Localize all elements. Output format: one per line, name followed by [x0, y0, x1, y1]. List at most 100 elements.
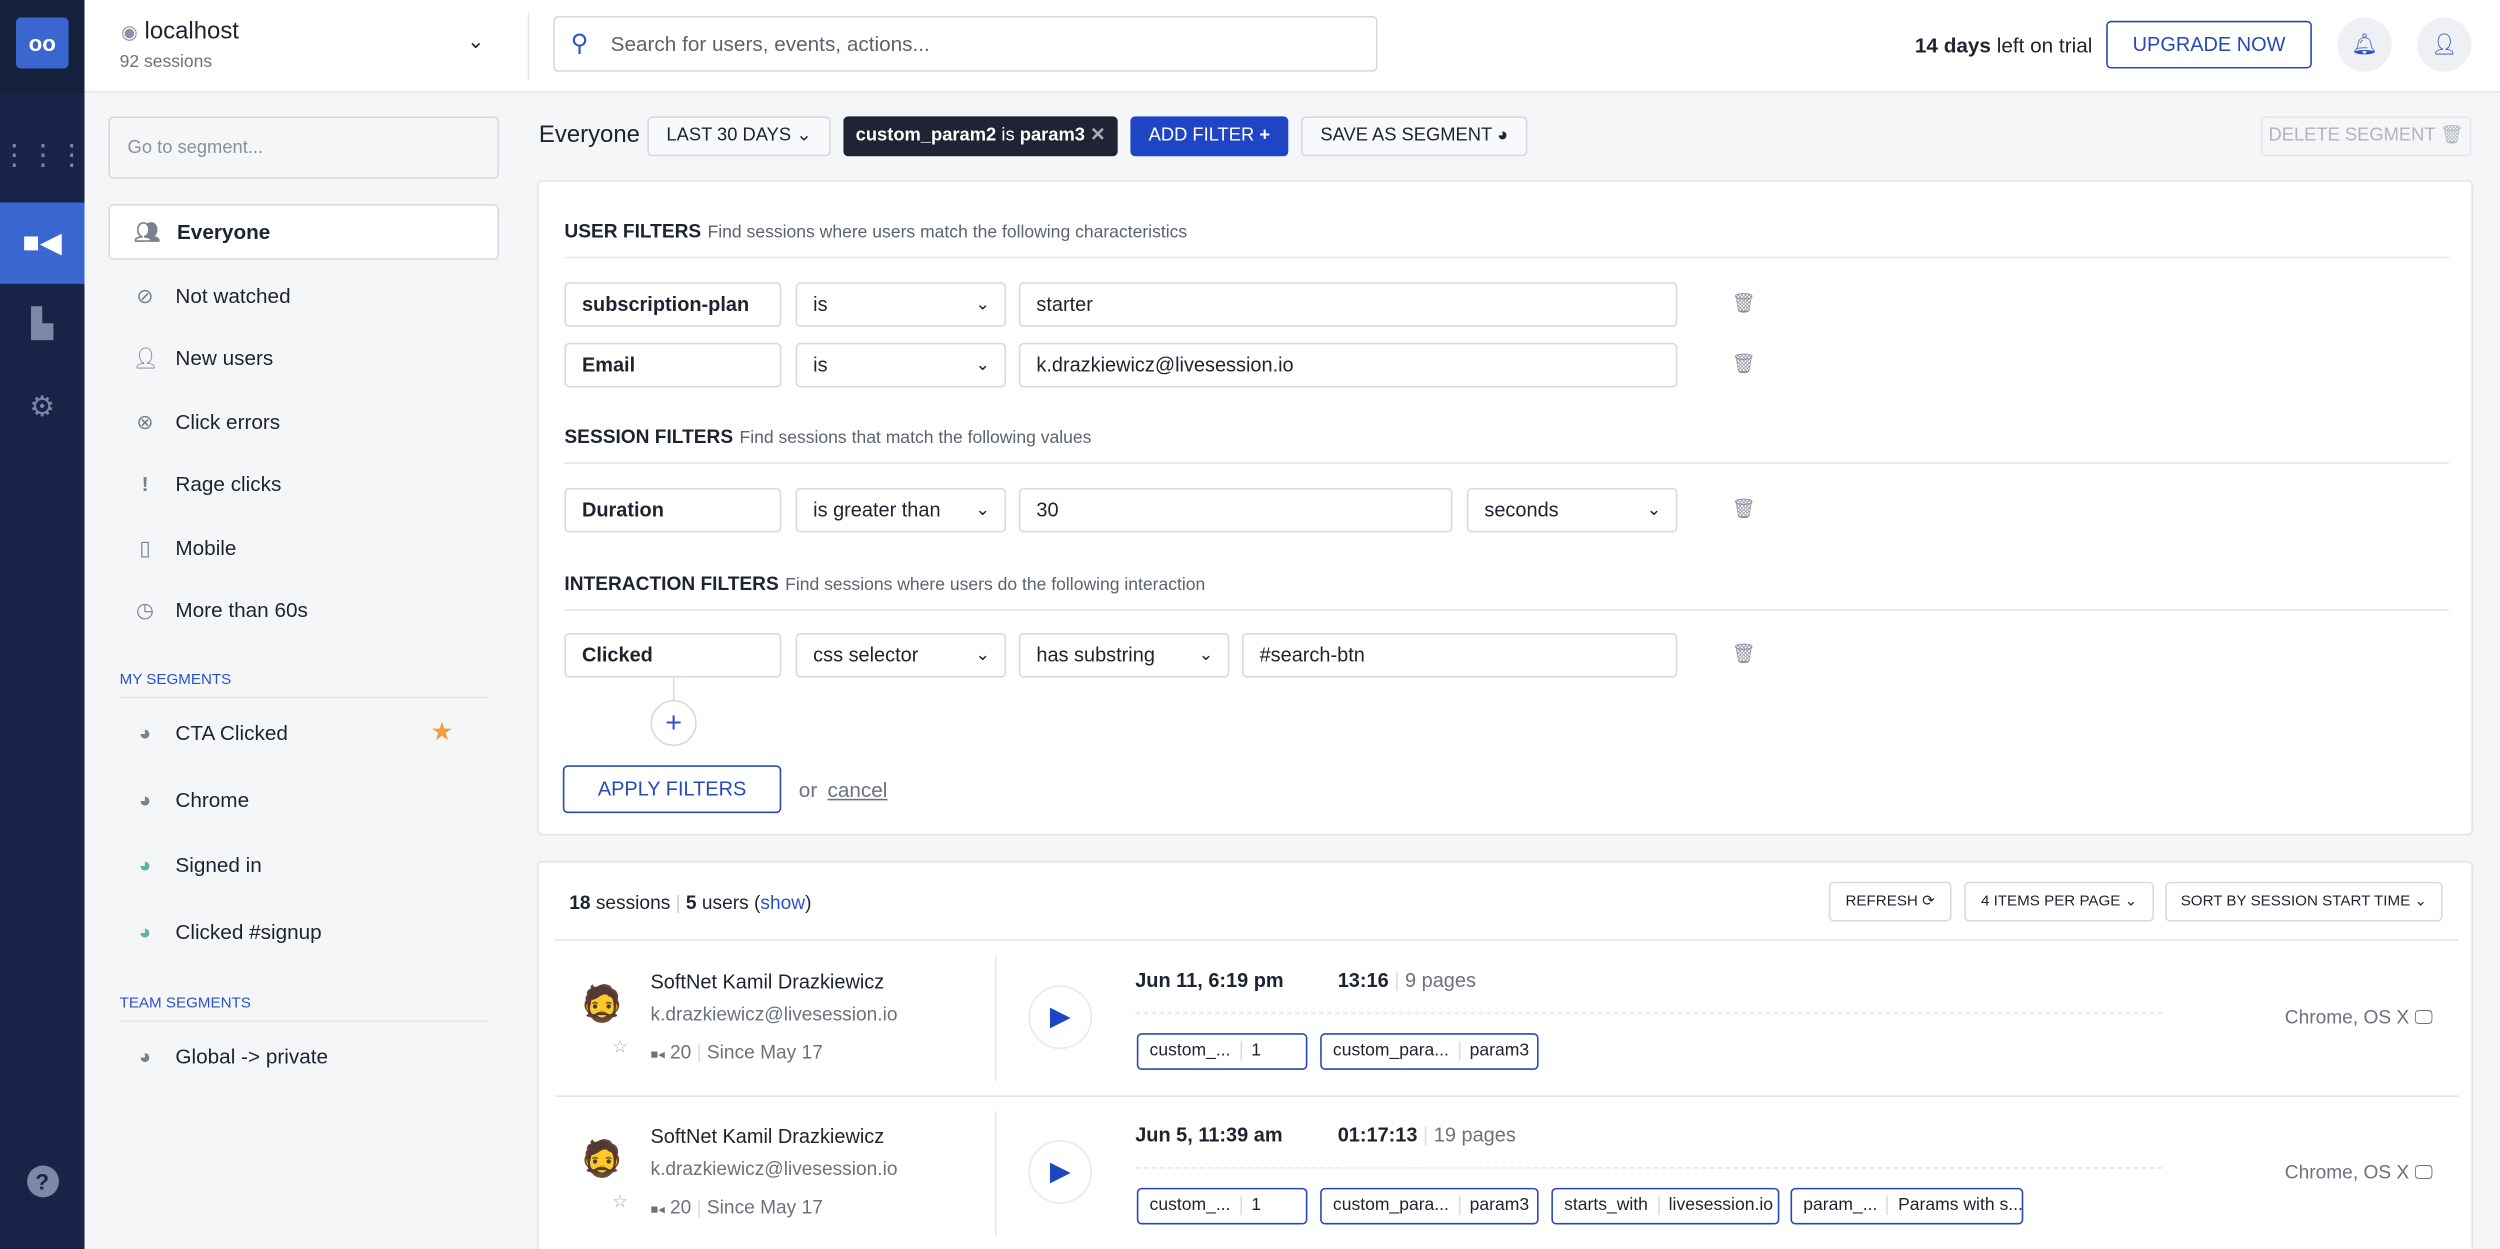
segment-rage-clicks[interactable]: ! Rage clicks — [108, 456, 499, 512]
help-icon[interactable]: ? — [0, 1164, 85, 1198]
desktop-icon: 🖵︎ — [2414, 1160, 2433, 1184]
interaction-filter-operator[interactable]: has substring ⌄ — [1018, 632, 1230, 678]
user-filter-field[interactable]: Email — [564, 342, 782, 388]
session-row[interactable]: 🧔 ☆ SoftNet Kamil Drazkiewicz k.drazkiew… — [539, 1095, 2475, 1249]
interaction-filter-type[interactable]: css selector ⌄ — [795, 632, 1007, 678]
trash-icon[interactable]: 🗑︎ — [1732, 643, 1756, 665]
pie-icon: ◕ — [1497, 125, 1509, 146]
segment-label: Click errors — [175, 409, 281, 434]
session-tag[interactable]: starts_with livesession.io — [1551, 1187, 1780, 1225]
session-tag[interactable]: custom_para... param3 — [1320, 1187, 1539, 1225]
star-icon[interactable]: ☆ — [612, 1191, 628, 1212]
segment-chrome[interactable]: ◕ Chrome — [108, 772, 499, 828]
timeline — [1135, 1167, 2163, 1169]
sessions-video-icon[interactable]: ■◀ — [0, 202, 85, 284]
segment-label: Clicked #signup — [175, 919, 322, 944]
session-tag[interactable]: param_... Params with s... — [1790, 1187, 2024, 1225]
interaction-filter-field[interactable]: Clicked — [564, 632, 782, 678]
analytics-chart-icon[interactable]: ▙ — [0, 308, 85, 341]
chevron-down-icon[interactable]: ⌄ — [467, 29, 484, 55]
segment-label: Mobile — [175, 535, 237, 560]
session-tag[interactable]: custom_... 1 — [1136, 1033, 1308, 1070]
date-range-dropdown[interactable]: LAST 30 DAYS ⌄ — [647, 116, 831, 157]
apply-filters-button[interactable]: APPLY FILTERS — [562, 765, 782, 814]
sort-dropdown[interactable]: SORT BY SESSION START TIME ⌄ — [2165, 881, 2443, 922]
user-filter-operator[interactable]: is ⌄ — [795, 342, 1007, 388]
segment-new-users[interactable]: 👤︎ New users — [108, 330, 499, 386]
site-sessions-count: 92 sessions — [119, 52, 213, 72]
session-tag[interactable]: custom_para... param3 — [1320, 1033, 1539, 1070]
segment-mobile[interactable]: ▯ Mobile — [108, 520, 499, 576]
my-segments-heading: MY SEGMENTS — [119, 671, 490, 699]
avatar: 🧔 — [580, 983, 625, 1024]
trash-icon: 🗑︎ — [2440, 125, 2464, 146]
x-circle-icon: ⊗ — [136, 409, 154, 434]
session-filter-unit[interactable]: seconds ⌄ — [1466, 487, 1678, 533]
session-date: Jun 5, 11:39 am — [1135, 1124, 1283, 1147]
segment-label: New users — [175, 345, 274, 370]
settings-gear-icon[interactable]: ⚙ — [0, 391, 85, 424]
apps-grid-icon[interactable]: ⋮⋮⋮ — [0, 139, 86, 172]
delete-segment-button[interactable]: DELETE SEGMENT 🗑︎ — [2260, 116, 2472, 157]
star-icon[interactable]: ★ — [430, 705, 453, 761]
chip-op: is — [1001, 125, 1015, 146]
close-icon[interactable]: ✕ — [1090, 126, 1105, 145]
save-segment-label: SAVE AS SEGMENT — [1320, 125, 1492, 146]
segment-cta-clicked[interactable]: ◕ CTA Clicked ★ — [108, 705, 499, 761]
segment-global-private[interactable]: ◕ Global -> private — [108, 1028, 499, 1084]
cancel-link[interactable]: cancel — [827, 778, 887, 802]
show-users-link[interactable]: show — [760, 891, 805, 913]
user-filter-operator[interactable]: is ⌄ — [795, 282, 1007, 327]
add-interaction-plus-icon[interactable]: + — [650, 699, 697, 747]
segment-label: Everyone — [176, 220, 271, 244]
header: ◉ localhost 92 sessions ⌄ ⚲ Search for us… — [84, 0, 2500, 93]
user-filter-field[interactable]: subscription-plan — [564, 282, 782, 327]
active-filter-chip[interactable]: custom_param2 is param3 ✕ — [843, 116, 1118, 157]
play-button[interactable]: ▶ — [1028, 1139, 1093, 1204]
filters-panel: USER FILTERS Find sessions where users ma… — [537, 180, 2473, 836]
notifications-bell-icon[interactable]: 🔔︎ — [2337, 17, 2392, 72]
user-profile-icon[interactable]: 👤︎ — [2417, 17, 2472, 72]
search-input[interactable]: ⚲ Search for users, events, actions... — [553, 15, 1378, 72]
segment-not-watched[interactable]: ⊘ Not watched — [108, 268, 499, 324]
user-filter-value[interactable]: k.drazkiewicz@livesession.io — [1018, 342, 1678, 388]
segment-label: Rage clicks — [175, 471, 282, 496]
segment-click-errors[interactable]: ⊗ Click errors — [108, 394, 499, 450]
delete-segment-label: DELETE SEGMENT — [2268, 125, 2436, 146]
segment-signed-in[interactable]: ◕ Signed in — [108, 837, 499, 893]
pie-icon: ◕ — [138, 919, 152, 944]
items-per-page-dropdown[interactable]: 4 ITEMS PER PAGE ⌄ — [1964, 881, 2155, 922]
users-icon: 👥︎ — [133, 220, 161, 244]
sessions-summary: 18 sessions | 5 users (show) — [569, 891, 812, 914]
user-filter-value[interactable]: starter — [1018, 282, 1678, 327]
globe-icon: ◉ — [121, 20, 138, 44]
trash-icon[interactable]: 🗑︎ — [1732, 497, 1756, 519]
session-filter-field[interactable]: Duration — [564, 487, 782, 533]
refresh-button[interactable]: REFRESH ⟳ — [1828, 881, 1952, 922]
session-environment: Chrome, OS X 🖵︎ — [2284, 1006, 2433, 1029]
add-filter-label: ADD FILTER — [1148, 125, 1255, 146]
save-segment-button[interactable]: SAVE AS SEGMENT ◕ — [1301, 116, 1528, 157]
session-filter-value[interactable]: 30 — [1018, 487, 1453, 533]
timeline — [1135, 1012, 2163, 1015]
star-icon[interactable]: ☆ — [612, 1036, 628, 1057]
trash-icon[interactable]: 🗑︎ — [1732, 292, 1756, 314]
chevron-down-icon: ⌄ — [2414, 892, 2428, 911]
session-filter-operator[interactable]: is greater than ⌄ — [795, 487, 1007, 533]
segment-clicked-signup[interactable]: ◕ Clicked #signup — [108, 904, 499, 960]
site-selector[interactable]: ◉ localhost — [121, 18, 239, 45]
add-filter-button[interactable]: ADD FILTER + — [1130, 116, 1289, 157]
segment-more-than-60s[interactable]: ◷ More than 60s — [108, 582, 499, 638]
segment-search-input[interactable]: Go to segment... — [108, 116, 500, 179]
interaction-filter-value[interactable]: #search-btn — [1242, 632, 1678, 678]
session-row[interactable]: 🧔 ☆ SoftNet Kamil Drazkiewicz k.drazkiew… — [539, 941, 2475, 1096]
play-button[interactable]: ▶ — [1028, 985, 1093, 1050]
segment-everyone[interactable]: 👥︎ Everyone — [108, 204, 500, 260]
upgrade-now-button[interactable]: UPGRADE NOW — [2106, 20, 2312, 69]
user-stats: ■◂ 20 | Since May 17 — [650, 1195, 823, 1219]
session-tag[interactable]: custom_... 1 — [1136, 1187, 1308, 1225]
trash-icon[interactable]: 🗑︎ — [1732, 352, 1756, 374]
chip-value: param3 — [1019, 125, 1085, 146]
plus-icon: + — [1259, 125, 1271, 146]
logo-icon[interactable]: oo — [15, 17, 69, 69]
